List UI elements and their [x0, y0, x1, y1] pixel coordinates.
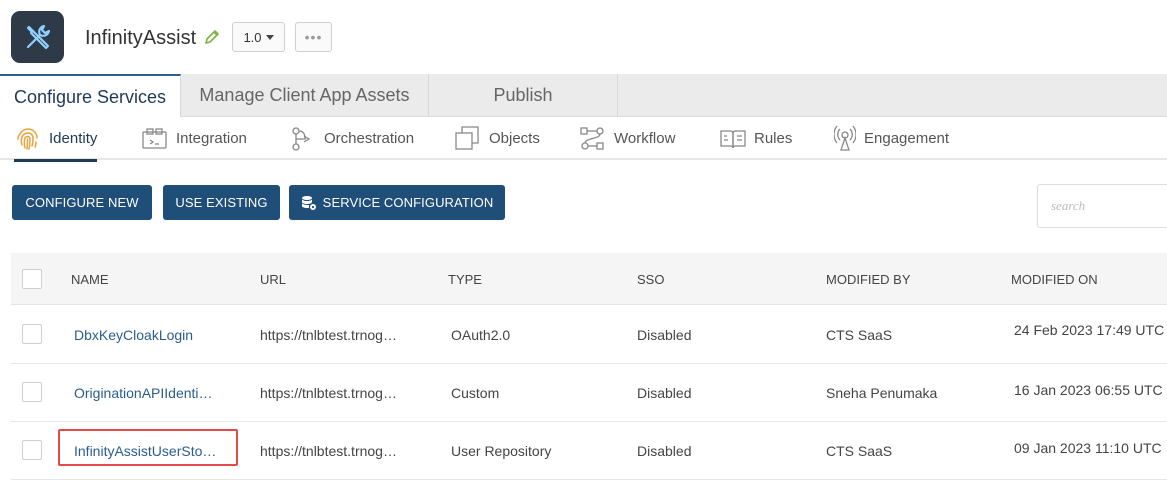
subtab-engagement[interactable]: Engagement	[834, 117, 949, 160]
table-row[interactable]: DbxKeyCloakLogin https://tnlbtest.trnog……	[11, 306, 1167, 364]
subtab-identity[interactable]: Identity	[14, 117, 98, 162]
tab-configure-services[interactable]: Configure Services	[0, 74, 181, 118]
service-configuration-label: SERVICE CONFIGURATION	[322, 195, 494, 210]
tab-manage-client-app-assets[interactable]: Manage Client App Assets	[181, 74, 429, 117]
row-type: OAuth2.0	[451, 327, 511, 343]
row-modified-on: 09 Jan 2023 11:10 UTC	[1014, 440, 1162, 456]
more-options-button[interactable]: •••	[295, 22, 332, 52]
caret-down-icon	[265, 34, 274, 40]
subtab-integration-label: Integration	[176, 130, 247, 147]
app-header: InfinityAssist 1.0 •••	[0, 0, 1167, 74]
row-modified-by: CTS SaaS	[826, 443, 893, 459]
row-modified-by: Sneha Penumaka	[826, 385, 938, 401]
row-type: User Repository	[451, 443, 552, 459]
subtab-rules-label: Rules	[754, 130, 793, 147]
workflow-icon	[580, 126, 604, 150]
subtab-objects[interactable]: Objects	[454, 117, 540, 160]
version-value: 1.0	[243, 29, 262, 45]
subtab-integration[interactable]: Integration	[141, 117, 247, 160]
row-checkbox[interactable]	[22, 440, 42, 460]
row-modified-by: CTS SaaS	[826, 327, 893, 343]
fingerprint-icon	[17, 128, 38, 150]
row-modified-on: 24 Feb 2023 17:49 UTC	[1014, 322, 1165, 338]
tab-publish[interactable]: Publish	[429, 74, 618, 117]
row-checkbox[interactable]	[22, 382, 42, 402]
tools-icon	[26, 24, 50, 50]
app-logo	[11, 11, 64, 63]
pencil-icon[interactable]	[203, 28, 221, 46]
column-header-name[interactable]: NAME	[71, 253, 109, 305]
row-name-link[interactable]: InfinityAssistUserSto…	[74, 422, 216, 480]
subtab-objects-label: Objects	[489, 130, 540, 147]
orchestration-icon	[292, 126, 311, 151]
search-input[interactable]: search	[1037, 184, 1167, 228]
main-tabs: Configure Services Manage Client App Ass…	[0, 74, 1167, 118]
row-checkbox[interactable]	[22, 324, 42, 344]
row-sso: Disabled	[637, 327, 692, 343]
row-sso: Disabled	[637, 443, 692, 459]
objects-icon	[455, 126, 479, 150]
row-modified-on: 16 Jan 2023 06:55 UTC	[1014, 382, 1163, 398]
integration-icon	[142, 127, 167, 149]
column-header-sso[interactable]: SSO	[637, 253, 664, 305]
select-all-checkbox[interactable]	[22, 269, 42, 289]
database-settings-icon	[301, 195, 316, 210]
column-header-modified-by[interactable]: MODIFIED BY	[826, 253, 911, 305]
row-url: https://tnlbtest.trnog…	[260, 443, 397, 459]
app-name: InfinityAssist	[85, 27, 197, 49]
subtab-rules[interactable]: Rules	[720, 117, 792, 160]
subtab-identity-label: Identity	[49, 130, 98, 147]
table-row[interactable]: OriginationAPIIdenti… https://tnlbtest.t…	[11, 364, 1167, 422]
subtab-engagement-label: Engagement	[864, 130, 950, 147]
service-configuration-button[interactable]: SERVICE CONFIGURATION	[289, 185, 505, 220]
subtab-workflow-label: Workflow	[614, 130, 676, 147]
table-row[interactable]: InfinityAssistUserSto… https://tnlbtest.…	[11, 422, 1167, 480]
row-sso: Disabled	[637, 385, 692, 401]
subtab-orchestration-label: Orchestration	[324, 130, 415, 147]
use-existing-button[interactable]: USE EXISTING	[163, 185, 280, 220]
version-dropdown[interactable]: 1.0	[232, 22, 285, 52]
subtab-orchestration[interactable]: Orchestration	[290, 117, 414, 160]
row-url: https://tnlbtest.trnog…	[260, 327, 397, 343]
row-name-link[interactable]: OriginationAPIIdenti…	[74, 364, 213, 422]
engagement-icon	[834, 125, 856, 151]
subtab-workflow[interactable]: Workflow	[580, 117, 675, 160]
row-url: https://tnlbtest.trnog…	[260, 385, 397, 401]
column-header-url[interactable]: URL	[260, 253, 286, 305]
column-header-type[interactable]: TYPE	[448, 253, 482, 305]
service-type-tabs: Identity Integration Orchestration Objec…	[0, 117, 1167, 162]
row-type: Custom	[451, 385, 500, 401]
table-header: NAME URL TYPE SSO MODIFIED BY MODIFIED O…	[11, 253, 1167, 305]
row-name-link[interactable]: DbxKeyCloakLogin	[74, 306, 193, 364]
configure-new-button[interactable]: CONFIGURE NEW	[12, 185, 152, 220]
column-header-modified-on[interactable]: MODIFIED ON	[1011, 253, 1098, 305]
rules-icon	[720, 129, 746, 148]
